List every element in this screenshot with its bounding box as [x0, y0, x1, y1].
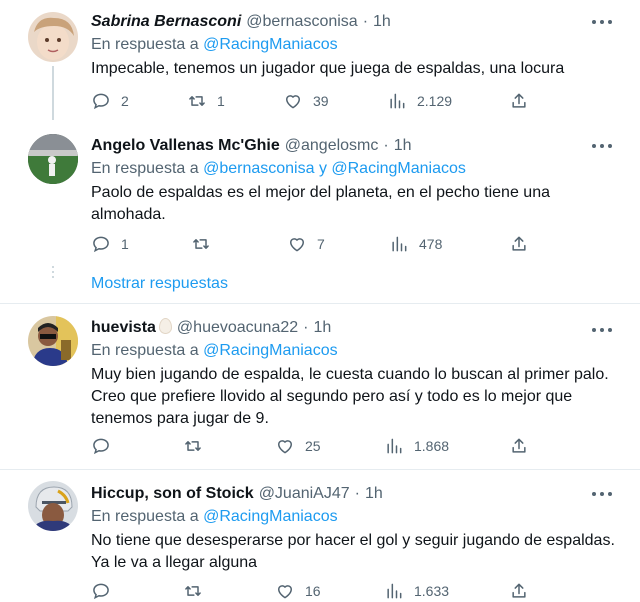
- retweet-icon: [189, 96, 205, 106]
- author-name[interactable]: Sabrina Bernasconi: [91, 12, 241, 32]
- egg-emoji-icon: [158, 318, 172, 334]
- reply-context: En respuesta a @RacingManiacos: [91, 340, 620, 362]
- like-button[interactable]: 25: [275, 435, 321, 457]
- timestamp[interactable]: 1h: [313, 318, 331, 338]
- tweet[interactable]: huevista @huevoacuna22 · 1h En respuesta…: [0, 304, 640, 468]
- reply-prefix: En respuesta a: [91, 342, 199, 359]
- more-icon[interactable]: [592, 140, 612, 152]
- more-icon[interactable]: [592, 488, 612, 500]
- like-icon: [286, 95, 300, 109]
- share-icon: [512, 438, 526, 453]
- reply-icon: [93, 93, 109, 110]
- views-button[interactable]: 1.868: [384, 435, 449, 457]
- views-count: 1.633: [414, 583, 450, 599]
- like-button[interactable]: 7: [287, 233, 325, 255]
- separator: ·: [354, 485, 360, 502]
- views-count: 478: [419, 236, 443, 252]
- like-icon: [278, 440, 292, 454]
- like-icon: [290, 238, 304, 252]
- share-icon: [512, 93, 526, 108]
- retweet-icon: [185, 441, 201, 451]
- thread-line: [52, 66, 54, 120]
- share-button[interactable]: [509, 90, 529, 112]
- views-icon: [392, 236, 407, 252]
- share-button[interactable]: [509, 233, 529, 255]
- avatar[interactable]: [28, 481, 78, 531]
- avatar[interactable]: [28, 134, 78, 184]
- like-button[interactable]: 39: [283, 90, 329, 112]
- author-handle[interactable]: @huevoacuna22: [177, 318, 298, 338]
- author-handle[interactable]: @angelosmc: [285, 136, 379, 156]
- retweet-icon: [193, 239, 209, 249]
- retweet-count: 1: [217, 93, 225, 109]
- like-button[interactable]: 16: [275, 580, 321, 602]
- avatar[interactable]: [28, 316, 78, 366]
- views-button[interactable]: 1.633: [384, 580, 449, 602]
- views-icon: [390, 93, 405, 109]
- show-replies-link[interactable]: Mostrar respuestas: [91, 274, 228, 294]
- like-count: 16: [305, 583, 321, 599]
- more-icon[interactable]: [592, 324, 612, 336]
- views-count: 1.868: [414, 438, 450, 454]
- views-button[interactable]: 2.129: [387, 90, 452, 112]
- share-icon: [512, 236, 526, 251]
- timestamp[interactable]: 1h: [394, 136, 412, 156]
- retweet-button[interactable]: [183, 435, 213, 457]
- retweet-button[interactable]: [183, 580, 213, 602]
- thread-dots: [52, 266, 54, 281]
- tweet-text: No tiene que desesperarse por hacer el g…: [91, 532, 615, 571]
- separator: ·: [362, 13, 369, 30]
- share-icon: [512, 583, 526, 598]
- like-icon: [278, 585, 292, 599]
- views-icon: [387, 438, 402, 454]
- reply-context: En respuesta a @RacingManiacos: [91, 506, 620, 528]
- reply-prefix: En respuesta a: [91, 36, 199, 53]
- author-name[interactable]: huevista: [91, 318, 172, 338]
- reply-icon: [93, 236, 109, 253]
- author-name[interactable]: Angelo Vallenas Mc'Ghie: [91, 136, 280, 156]
- views-icon: [387, 583, 402, 599]
- reply-to-link[interactable]: @bernasconisa y @RacingManiacos: [203, 160, 466, 177]
- separator: ·: [303, 319, 309, 336]
- author-name[interactable]: Hiccup, son of Stoick: [91, 484, 254, 504]
- author-handle[interactable]: @JuaniAJ47: [259, 484, 350, 504]
- tweet[interactable]: Sabrina Bernasconi @bernasconisa · 1h En…: [0, 0, 640, 120]
- tweet-text: Paolo de espaldas es el mejor del planet…: [91, 184, 550, 223]
- timestamp[interactable]: 1h: [373, 12, 391, 32]
- reply-icon: [93, 438, 109, 455]
- reply-count: 2: [121, 93, 129, 109]
- tweet[interactable]: Angelo Vallenas Mc'Ghie @angelosmc · 1h …: [0, 120, 640, 304]
- like-count: 39: [313, 93, 329, 109]
- reply-count: 1: [121, 236, 129, 252]
- reply-button[interactable]: 1: [91, 233, 129, 255]
- share-button[interactable]: [509, 580, 529, 602]
- reply-icon: [93, 583, 109, 600]
- views-button[interactable]: 478: [389, 233, 442, 255]
- reply-button[interactable]: [91, 580, 121, 602]
- like-count: 25: [305, 438, 321, 454]
- share-button[interactable]: [509, 435, 529, 457]
- reply-prefix: En respuesta a: [91, 508, 199, 525]
- author-handle[interactable]: @bernasconisa: [246, 12, 357, 32]
- more-icon[interactable]: [592, 16, 612, 28]
- separator: ·: [383, 137, 389, 154]
- retweet-icon: [185, 586, 201, 596]
- retweet-button[interactable]: [191, 233, 221, 255]
- reply-button[interactable]: [91, 435, 121, 457]
- tweet[interactable]: Hiccup, son of Stoick @JuaniAJ47 · 1h En…: [0, 470, 640, 602]
- reply-context: En respuesta a @bernasconisa y @RacingMa…: [91, 158, 620, 180]
- reply-button[interactable]: 2: [91, 90, 129, 112]
- reply-prefix: En respuesta a: [91, 160, 199, 177]
- reply-to-link[interactable]: @RacingManiacos: [203, 508, 338, 525]
- tweet-text: Muy bien jugando de espalda, le cuesta c…: [91, 366, 609, 427]
- avatar[interactable]: [28, 12, 78, 62]
- reply-to-link[interactable]: @RacingManiacos: [203, 342, 338, 359]
- tweet-text: Impecable, tenemos un jugador que juega …: [91, 60, 565, 77]
- reply-context: En respuesta a @RacingManiacos: [91, 34, 620, 56]
- retweet-button[interactable]: 1: [187, 90, 225, 112]
- views-count: 2.129: [417, 93, 453, 109]
- timestamp[interactable]: 1h: [365, 484, 383, 504]
- reply-to-link[interactable]: @RacingManiacos: [203, 36, 338, 53]
- like-count: 7: [317, 236, 325, 252]
